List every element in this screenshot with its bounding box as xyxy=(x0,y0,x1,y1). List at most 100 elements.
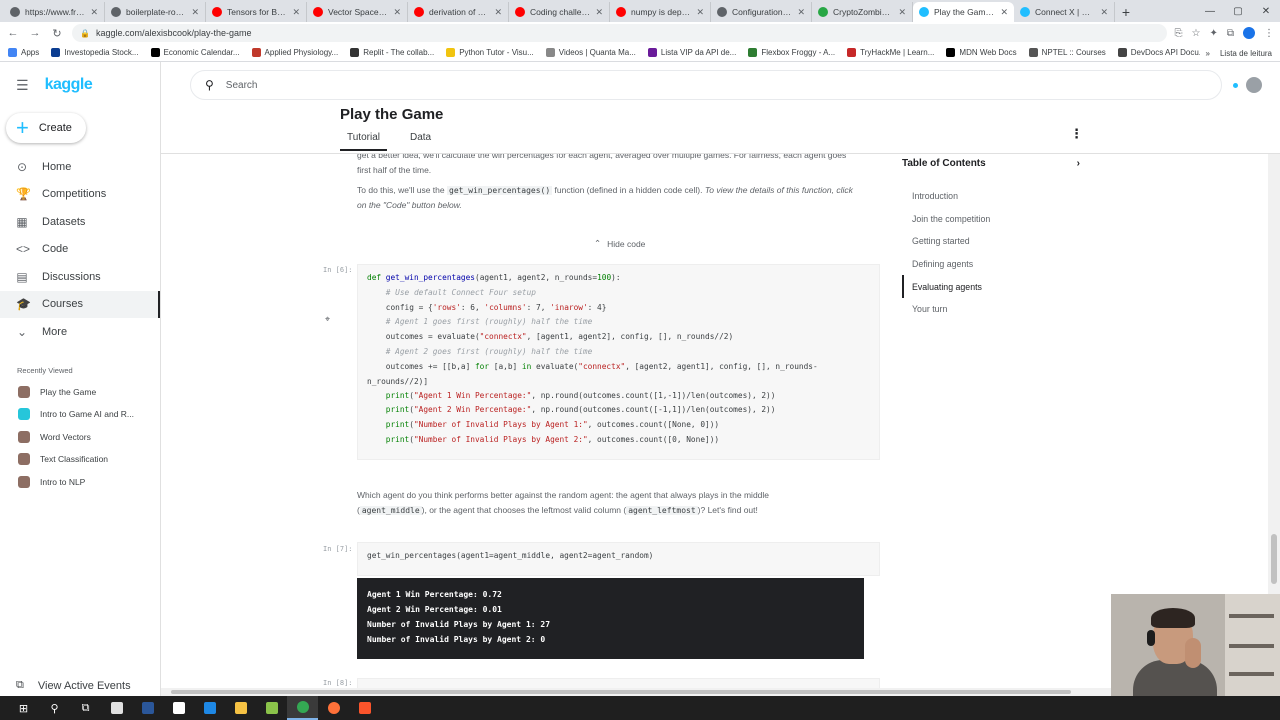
brave-icon[interactable] xyxy=(349,696,380,720)
toc-item[interactable]: Introduction xyxy=(902,185,1080,208)
toc-item[interactable]: Evaluating agents xyxy=(902,275,1080,298)
browser-tab[interactable]: Play the Game | Ka ✕ xyxy=(913,2,1014,22)
sidebar-item-code[interactable]: <> Code xyxy=(0,236,160,264)
hide-code-button[interactable]: ⌃ Hide code xyxy=(594,238,645,249)
calculator-icon[interactable] xyxy=(101,696,132,720)
view-active-events-button[interactable]: ⧉ View Active Events xyxy=(16,679,131,692)
close-tab-icon[interactable]: ✕ xyxy=(292,7,300,18)
forward-icon[interactable]: → xyxy=(28,27,42,39)
chevron-right-icon[interactable]: › xyxy=(1077,158,1080,169)
reading-list-button[interactable]: Lista de leitura xyxy=(1220,49,1272,58)
share-icon[interactable]: ⎘ xyxy=(1175,28,1183,39)
app-icon[interactable] xyxy=(256,696,287,720)
task-view-icon[interactable]: ⧉ xyxy=(70,696,101,720)
sidebar-item-home[interactable]: ⊙ Home xyxy=(0,153,160,181)
puzzle-icon[interactable]: ⧉ xyxy=(1227,28,1234,39)
scrollbar-thumb[interactable] xyxy=(1271,534,1277,584)
new-tab-button[interactable]: + xyxy=(1115,2,1137,22)
tab-data[interactable]: Data xyxy=(403,132,438,151)
address-bar[interactable]: 🔒 kaggle.com/alexisbcook/play-the-game xyxy=(72,24,1167,42)
search-bar[interactable]: ⚲ Search xyxy=(190,70,1222,100)
bookmark-item[interactable]: NPTEL :: Courses xyxy=(1028,48,1106,57)
bookmark-item[interactable]: Videos | Quanta Ma... xyxy=(545,48,636,57)
close-tab-icon[interactable]: ✕ xyxy=(1000,7,1008,18)
reload-icon[interactable]: ↻ xyxy=(50,27,64,40)
recent-item[interactable]: Text Classification xyxy=(0,448,160,471)
bookmark-item[interactable]: TryHackMe | Learn... xyxy=(847,48,934,57)
windows-start-icon[interactable]: ⊞ xyxy=(8,696,39,720)
browser-tab[interactable]: Connect X | Kaggle ✕ xyxy=(1014,2,1115,22)
close-tab-icon[interactable]: ✕ xyxy=(797,7,805,18)
file-explorer-icon[interactable] xyxy=(225,696,256,720)
menu-icon[interactable]: ⋮ xyxy=(1264,28,1274,39)
user-avatar[interactable] xyxy=(1246,77,1262,93)
bookmark-item[interactable]: Replit - The collab... xyxy=(350,48,434,57)
profile-icon[interactable] xyxy=(1243,27,1255,39)
close-tab-icon[interactable]: ✕ xyxy=(90,7,98,18)
bookmark-item[interactable]: Python Tutor - Visu... xyxy=(446,48,534,57)
slack-icon[interactable] xyxy=(163,696,194,720)
back-icon[interactable]: ← xyxy=(6,27,20,39)
bookmark-item[interactable]: Economic Calendar... xyxy=(150,48,240,57)
horizontal-scrollbar[interactable] xyxy=(161,688,1111,696)
browser-tab[interactable]: derivation of max ✕ xyxy=(408,2,509,22)
browser-tab[interactable]: Tensors for Beginn ✕ xyxy=(206,2,307,22)
bookmark-item[interactable]: Flexbox Froggy - A... xyxy=(748,48,835,57)
close-tab-icon[interactable]: ✕ xyxy=(1100,7,1108,18)
kaggle-logo[interactable]: kaggle xyxy=(45,76,93,94)
recent-item[interactable]: Intro to NLP xyxy=(0,471,160,494)
hamburger-icon[interactable]: ☰ xyxy=(16,77,29,94)
toc-item[interactable]: Defining agents xyxy=(902,253,1080,276)
sidebar-item-courses[interactable]: 🎓 Courses xyxy=(0,290,160,318)
sidebar-item-discussions[interactable]: ▤ Discussions xyxy=(0,263,160,291)
create-button[interactable]: + Create xyxy=(6,113,86,143)
bookmark-item[interactable]: Lista VIP da API de... xyxy=(647,48,736,57)
browser-tab[interactable]: Coding challenge ✕ xyxy=(509,2,610,22)
close-tab-icon[interactable]: ✕ xyxy=(898,7,906,18)
browser-tab[interactable]: https://www.freec ✕ xyxy=(4,2,105,22)
star-icon[interactable]: ☆ xyxy=(1192,28,1201,39)
close-tab-icon[interactable]: ✕ xyxy=(494,7,502,18)
code-cell-7[interactable]: get_win_percentages(agent1=agent_middle,… xyxy=(357,542,880,576)
browser-tab[interactable]: CryptoZombies | L ✕ xyxy=(812,2,913,22)
more-options-icon[interactable]: ⋮ xyxy=(1070,126,1083,142)
browser-tab[interactable]: boilerplate-rock-p ✕ xyxy=(105,2,206,22)
extension-icon[interactable]: ✦ xyxy=(1209,28,1217,39)
browser-tab[interactable]: Vector Space Mod ✕ xyxy=(307,2,408,22)
close-window-icon[interactable]: ✕ xyxy=(1252,0,1280,22)
search-icon[interactable]: ⚲ xyxy=(39,696,70,720)
recent-item[interactable]: Word Vectors xyxy=(0,426,160,449)
vertical-scrollbar[interactable] xyxy=(1268,154,1280,594)
sidebar-item-datasets[interactable]: ▦ Datasets xyxy=(0,208,160,236)
close-tab-icon[interactable]: ✕ xyxy=(191,7,199,18)
bookmark-item[interactable]: Apps xyxy=(8,48,39,57)
browser-tab[interactable]: numpy is depth tu ✕ xyxy=(610,2,711,22)
browser-tab[interactable]: Configuration - M ✕ xyxy=(711,2,812,22)
scrollbar-thumb[interactable] xyxy=(171,690,1071,694)
minimize-icon[interactable]: — xyxy=(1196,0,1224,22)
toc-item[interactable]: Getting started xyxy=(902,230,1080,253)
sidebar-item-more[interactable]: ⌄ More xyxy=(0,318,160,346)
app-icon[interactable] xyxy=(132,696,163,720)
recent-item[interactable]: Play the Game xyxy=(0,381,160,404)
close-tab-icon[interactable]: ✕ xyxy=(595,7,603,18)
tab-tutorial[interactable]: Tutorial xyxy=(340,132,387,151)
code-cell-6[interactable]: def get_win_percentages(agent1, agent2, … xyxy=(357,264,880,460)
toc-item[interactable]: Your turn xyxy=(902,298,1080,321)
collapse-icon: ⌃ xyxy=(594,238,602,248)
bookmark-item[interactable]: DevDocs API Docu... xyxy=(1117,48,1205,57)
chrome-icon[interactable] xyxy=(287,696,318,720)
toc-item[interactable]: Join the competition xyxy=(902,208,1080,231)
sidebar-item-competitions[interactable]: 🏆 Competitions xyxy=(0,181,160,209)
maximize-icon[interactable]: ▢ xyxy=(1224,0,1252,22)
bookmarks-more-button[interactable]: » xyxy=(1206,49,1210,58)
bookmark-item[interactable]: MDN Web Docs xyxy=(946,48,1017,57)
recent-item[interactable]: Intro to Game AI and R... xyxy=(0,403,160,426)
vscode-icon[interactable] xyxy=(194,696,225,720)
close-tab-icon[interactable]: ✕ xyxy=(696,7,704,18)
code-cell-8[interactable] xyxy=(357,678,880,688)
close-tab-icon[interactable]: ✕ xyxy=(393,7,401,18)
bookmark-item[interactable]: Applied Physiology... xyxy=(251,48,338,57)
firefox-icon[interactable] xyxy=(318,696,349,720)
bookmark-item[interactable]: Investopedia Stock... xyxy=(51,48,139,57)
